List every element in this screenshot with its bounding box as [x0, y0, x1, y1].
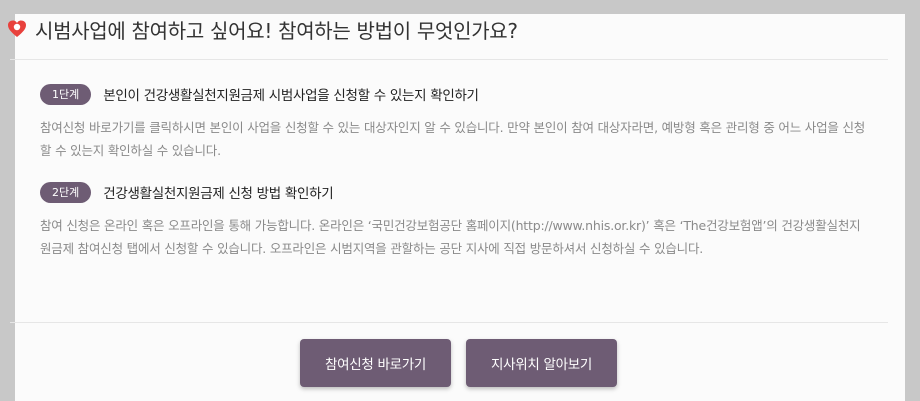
step-title: 본인이 건강생활실천지원금제 시범사업을 신청할 수 있는지 확인하기	[103, 88, 479, 104]
step-1: 1단계 본인이 건강생활실천지원금제 시범사업을 신청할 수 있는지 확인하기 …	[40, 82, 870, 162]
step-2: 2단계 건강생활실천지원금제 신청 방법 확인하기 참여 신청은 온라인 혹은 …	[40, 180, 870, 260]
step-2-head: 2단계 건강생활실천지원금제 신청 방법 확인하기	[40, 180, 870, 204]
step-1-head: 1단계 본인이 건강생활실천지원금제 시범사업을 신청할 수 있는지 확인하기	[40, 82, 870, 106]
heart-icon	[7, 19, 27, 39]
branch-location-button[interactable]: 지사위치 알아보기	[466, 339, 617, 387]
page-title: 시범사업에 참여하고 싶어요! 참여하는 방법이 무엇인가요?	[35, 18, 518, 43]
steps-box: 1단계 본인이 건강생활실천지원금제 시범사업을 신청할 수 있는지 확인하기 …	[10, 59, 888, 323]
faq-panel: 시범사업에 참여하고 싶어요! 참여하는 방법이 무엇인가요? 1단계 본인이 …	[8, 14, 905, 401]
step-title: 건강생활실천지원금제 신청 방법 확인하기	[103, 186, 334, 202]
step-badge: 1단계	[40, 83, 92, 105]
faq-header: 시범사업에 참여하고 싶어요! 참여하는 방법이 무엇인가요?	[7, 14, 518, 44]
step-badge: 2단계	[40, 181, 92, 203]
step-description: 참여 신청은 온라인 혹은 오프라인을 통해 가능합니다. 온라인은 ‘국민건강…	[40, 218, 861, 256]
step-description: 참여신청 바로가기를 클릭하시면 본인이 사업을 신청할 수 있는 대상자인지 …	[40, 120, 866, 158]
apply-shortcut-button[interactable]: 참여신청 바로가기	[300, 339, 451, 387]
